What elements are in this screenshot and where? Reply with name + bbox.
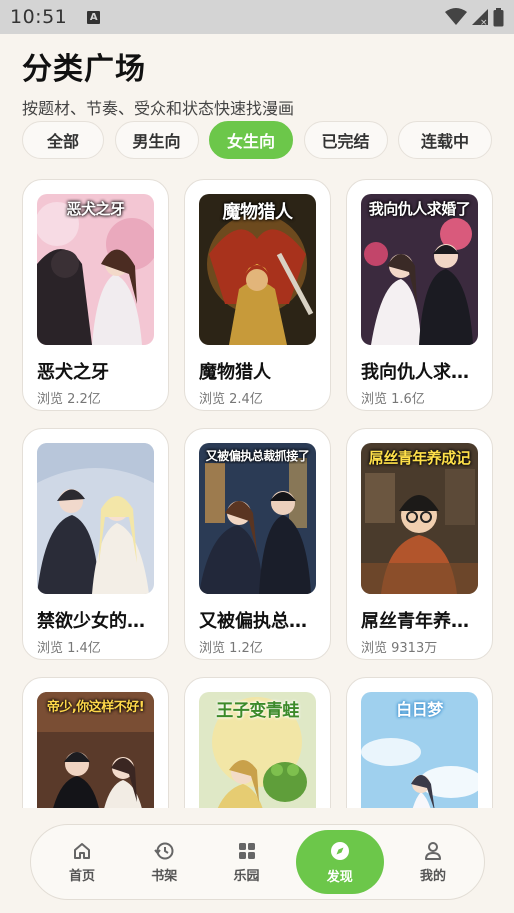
comic-cover: 又被偏执总裁抓接了 xyxy=(199,443,316,594)
comic-title: 又被偏执总裁抓住了 xyxy=(199,611,321,632)
page-title: 分类广场 xyxy=(22,52,146,87)
comic-views: 浏览 2.4亿 xyxy=(199,392,263,407)
nav-home-label: 首页 xyxy=(68,868,95,884)
nav-park-label: 乐园 xyxy=(233,868,260,884)
signal-icon: × xyxy=(472,9,488,26)
user-icon xyxy=(425,841,441,860)
status-time: 10:51 xyxy=(10,6,68,28)
comic-card[interactable]: 魔物猎人 魔物猎人 浏览 2.4亿 xyxy=(184,179,331,411)
nav-discover[interactable]: 发现 xyxy=(295,830,384,894)
comic-card[interactable]: 我向仇人求婚了 我向仇人求婚了 浏览 1.6亿 xyxy=(346,179,493,411)
comic-title: 我向仇人求婚了 xyxy=(361,362,483,383)
nav-discover-label: 发现 xyxy=(326,869,353,885)
comic-cover: 魔物猎人 xyxy=(199,194,316,345)
comic-title: 恶犬之牙 xyxy=(37,362,109,383)
comic-card[interactable]: 帝少,你这样不好! xyxy=(22,677,169,808)
comic-cover-title: 恶犬之牙 xyxy=(66,200,125,218)
filter-chips: 全部 男生向 女生向 已完结 连载中 xyxy=(22,121,492,159)
page-subtitle: 按题材、节奏、受众和状态快速找漫画 xyxy=(22,99,295,118)
comic-cover-title: 帝少,你这样不好! xyxy=(46,700,145,715)
comic-card[interactable]: 屌丝青年养成记 屌丝青年养成记 浏览 9313万 xyxy=(346,428,493,660)
comic-cover: 白日梦 xyxy=(361,692,478,808)
comic-cover-title: 魔物猎人 xyxy=(222,202,294,223)
battery-icon xyxy=(493,7,504,26)
comic-cover-title: 王子变青蛙 xyxy=(216,701,299,721)
comic-title: 禁欲少女的诱惑 xyxy=(37,611,159,632)
comic-cover-title: 我向仇人求婚了 xyxy=(368,200,471,218)
filter-chip-all[interactable]: 全部 xyxy=(22,121,104,159)
bottom-nav: 首页 书架 乐园 发现 我的 xyxy=(30,824,485,900)
comic-views: 浏览 9313万 xyxy=(361,641,438,656)
comic-title: 魔物猎人 xyxy=(199,362,271,383)
comic-cover: 帝少,你这样不好! xyxy=(37,692,154,808)
nav-bookshelf[interactable]: 书架 xyxy=(131,830,197,894)
nav-park[interactable]: 乐园 xyxy=(214,830,280,894)
comic-card[interactable]: 禁欲少女的诱惑 浏览 1.4亿 xyxy=(22,428,169,660)
status-bar: 10:51 A × xyxy=(0,0,514,34)
grid-icon xyxy=(238,842,255,859)
comic-views: 浏览 1.2亿 xyxy=(199,641,263,656)
history-icon xyxy=(154,842,174,859)
nav-bookshelf-label: 书架 xyxy=(151,868,178,884)
nav-me[interactable]: 我的 xyxy=(400,830,466,894)
comic-cover xyxy=(37,443,154,594)
svg-text:×: × xyxy=(480,18,488,26)
comic-grid: 恶犬之牙 恶犬之牙 浏览 2.2亿 魔物猎人 魔物猎人 浏览 2.4亿 我向仇人… xyxy=(0,170,514,808)
nav-me-label: 我的 xyxy=(419,868,446,884)
comic-views: 浏览 1.6亿 xyxy=(361,392,425,407)
comic-cover-title: 又被偏执总裁抓接了 xyxy=(205,449,310,463)
compass-icon xyxy=(330,841,349,860)
filter-chip-ongoing[interactable]: 连载中 xyxy=(398,121,492,159)
comic-cover-title: 屌丝青年养成记 xyxy=(368,449,471,467)
filter-chip-female[interactable]: 女生向 xyxy=(209,121,293,159)
home-icon xyxy=(74,842,90,859)
comic-views: 浏览 1.4亿 xyxy=(37,641,101,656)
comic-views: 浏览 2.2亿 xyxy=(37,392,101,407)
comic-title: 屌丝青年养成记 xyxy=(361,611,483,632)
comic-cover: 我向仇人求婚了 xyxy=(361,194,478,345)
comic-cover: 屌丝青年养成记 xyxy=(361,443,478,594)
comic-card[interactable]: 恶犬之牙 恶犬之牙 浏览 2.2亿 xyxy=(22,179,169,411)
comic-card[interactable]: 白日梦 xyxy=(346,677,493,808)
nav-home[interactable]: 首页 xyxy=(49,830,115,894)
accessibility-icon: A xyxy=(87,10,101,24)
filter-chip-completed[interactable]: 已完结 xyxy=(303,121,388,159)
comic-cover: 恶犬之牙 xyxy=(37,194,154,345)
wifi-icon xyxy=(445,8,467,25)
comic-card[interactable]: 又被偏执总裁抓接了 又被偏执总裁抓住了 浏览 1.2亿 xyxy=(184,428,331,660)
comic-cover-title: 白日梦 xyxy=(396,700,443,719)
comic-card[interactable]: 王子变青蛙 xyxy=(184,677,331,808)
filter-chip-male[interactable]: 男生向 xyxy=(114,121,199,159)
comic-cover: 王子变青蛙 xyxy=(199,692,316,808)
